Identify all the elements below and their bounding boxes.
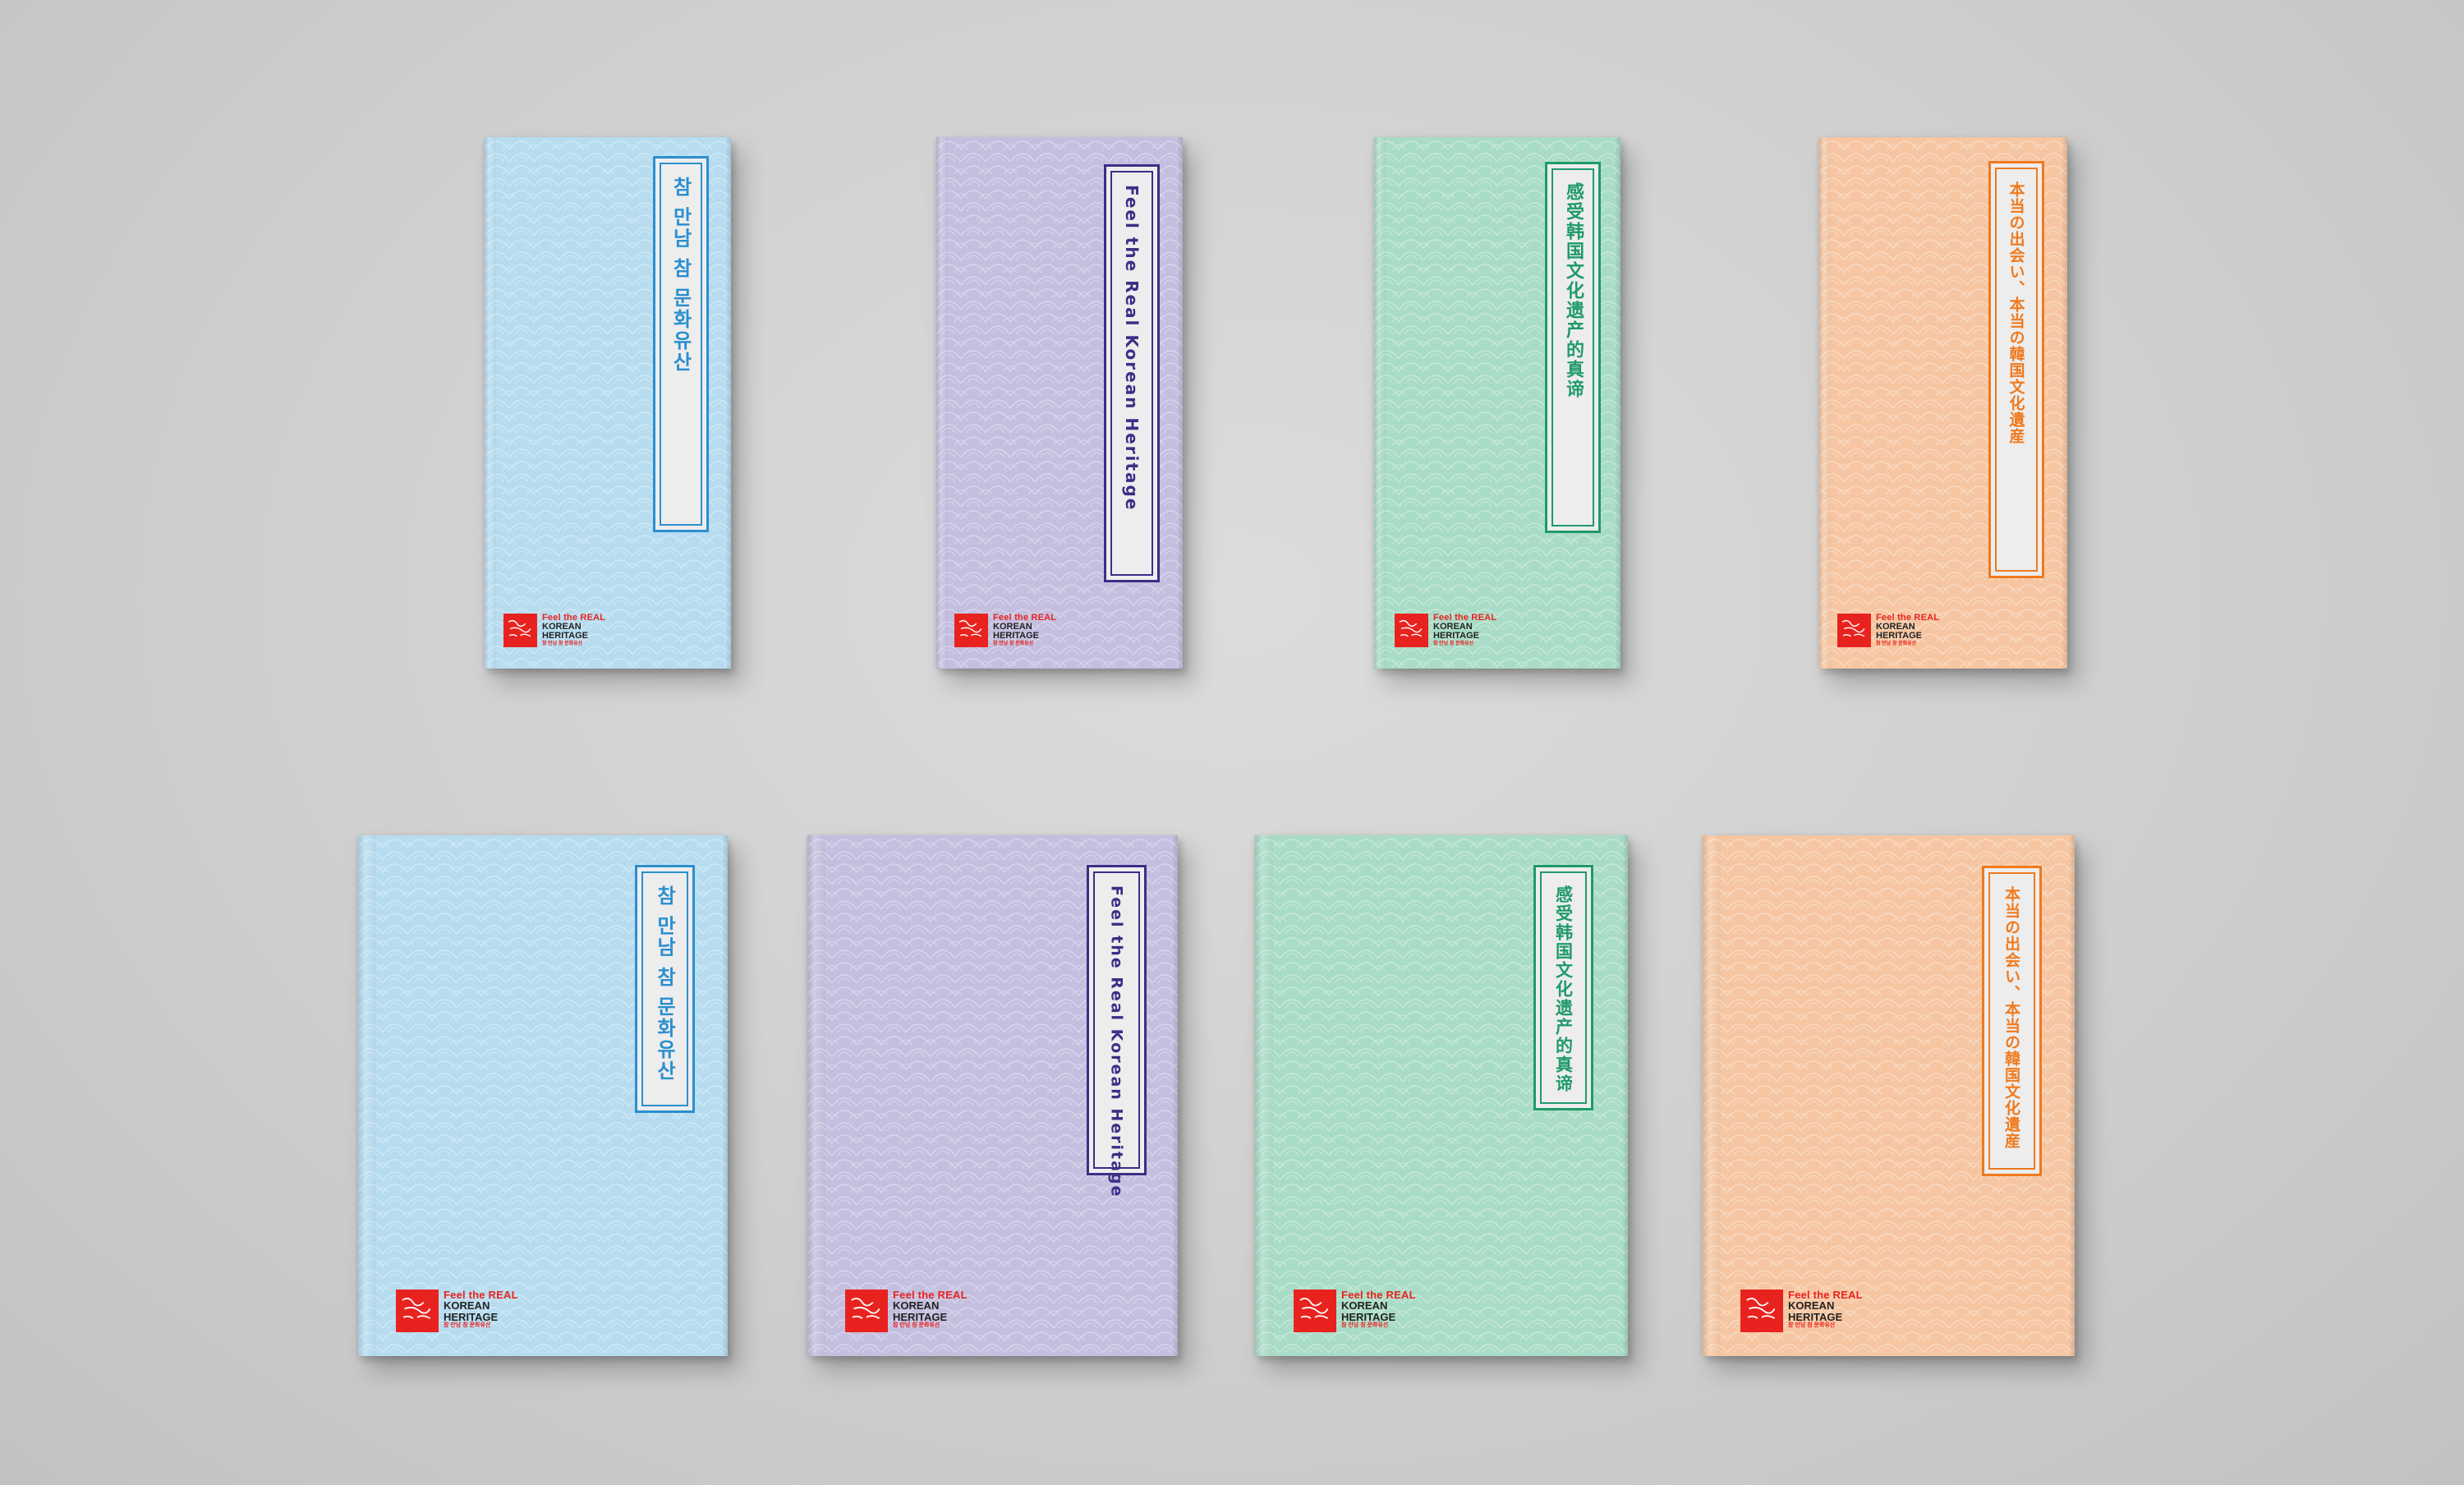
- brand-line-4: 참 만남 참 문화유산: [993, 641, 1034, 646]
- title-label: 感受韩国文化遗产的真谛: [1545, 162, 1601, 533]
- brand-line-3: HERITAGE: [1876, 631, 1923, 641]
- brand-line-4: 참 만남 참 문화유산: [1433, 641, 1474, 646]
- brochure-japanese: 本当の出会い、本当の韓国文化遺産 Feel the REAL KOREAN HE…: [1819, 137, 2067, 669]
- title-label: Feel the Real Korean Heritage: [1104, 164, 1160, 582]
- brand-logo: Feel the REAL KOREAN HERITAGE 참 만남 참 문화유…: [1395, 613, 1496, 647]
- brand-seal-icon: [1837, 614, 1871, 647]
- brochure-korean: 참 만남 참 문화유산 Feel the REAL KOREAN HERITAG…: [485, 137, 731, 669]
- brand-logo: Feel the REAL KOREAN HERITAGE 참 만남 참 문화유…: [845, 1290, 968, 1332]
- brochure-chinese: 感受韩国文化遗产的真谛 Feel the REAL KOREAN HERITAG…: [1374, 137, 1620, 669]
- title-text: 本当の出会い、本当の韓国文化遺産: [2002, 886, 2020, 1149]
- brand-line-3: HERITAGE: [993, 631, 1040, 641]
- brand-line-3: HERITAGE: [1341, 1310, 1396, 1323]
- title-text: 本当の出会い、本当の韓国文化遺産: [2007, 182, 2025, 444]
- brand-line-1: Feel the REAL: [1341, 1289, 1416, 1301]
- brand-line-3: HERITAGE: [1788, 1310, 1843, 1323]
- brand-logo: Feel the REAL KOREAN HERITAGE 참 만남 참 문화유…: [396, 1290, 518, 1332]
- brand-line-1: Feel the REAL: [893, 1289, 968, 1301]
- brand-line-3: HERITAGE: [1433, 631, 1480, 641]
- brand-line-1: Feel the REAL: [444, 1289, 518, 1301]
- brochure-english: Feel the Real Korean Heritage Feel the R…: [936, 137, 1183, 669]
- brand-logo: Feel the REAL KOREAN HERITAGE 참 만남 참 문화유…: [503, 613, 605, 647]
- brand-line-2: KOREAN: [893, 1299, 940, 1313]
- title-label: 感受韩国文化遗产的真谛: [1533, 865, 1593, 1110]
- brand-logo: Feel the REAL KOREAN HERITAGE 참 만남 참 문화유…: [1294, 1290, 1416, 1332]
- brand-line-4: 참 만남 참 문화유산: [1788, 1322, 1836, 1328]
- title-text: 참 만남 참 문화유산: [653, 885, 676, 1083]
- brand-seal-icon: [503, 614, 537, 647]
- brand-line-2: KOREAN: [1341, 1299, 1388, 1313]
- brand-seal-icon: [396, 1290, 439, 1332]
- brand-seal-icon: [954, 614, 988, 647]
- brand-line-4: 참 만남 참 문화유산: [893, 1322, 940, 1328]
- title-label: Feel the Real Korean Heritage: [1087, 865, 1147, 1198]
- brand-line-3: HERITAGE: [893, 1310, 948, 1323]
- brand-line-2: KOREAN: [444, 1299, 490, 1313]
- brand-line-4: 참 만남 참 문화유산: [1876, 641, 1917, 646]
- brand-seal-icon: [1395, 614, 1428, 647]
- book-korean: 참 만남 참 문화유산 Feel the REAL KOREAN HERITAG…: [358, 835, 728, 1356]
- brand-line-4: 참 만남 참 문화유산: [444, 1322, 491, 1328]
- title-text: 感受韩国文化遗产的真谛: [1563, 182, 1584, 399]
- title-label: 本当の出会い、本当の韓国文化遺産: [1988, 161, 2044, 578]
- book-english: Feel the Real Korean Heritage Feel the R…: [807, 835, 1178, 1356]
- title-label: 참 만남 참 문화유산: [653, 156, 709, 532]
- brand-seal-icon: [1740, 1290, 1783, 1332]
- title-label: 참 만남 참 문화유산: [635, 865, 695, 1113]
- product-scene: 참 만남 참 문화유산 Feel the REAL KOREAN HERITAG…: [0, 0, 2464, 1485]
- brand-logo: Feel the REAL KOREAN HERITAGE 참 만남 참 문화유…: [1837, 613, 1939, 647]
- brand-line-3: HERITAGE: [542, 631, 589, 641]
- brand-line-4: 참 만남 참 문화유산: [542, 641, 583, 646]
- title-text: 참 만남 참 문화유산: [669, 177, 692, 374]
- title-text: 感受韩国文化遗产的真谛: [1553, 885, 1574, 1093]
- brand-seal-icon: [1294, 1290, 1336, 1332]
- brand-line-3: HERITAGE: [444, 1310, 499, 1323]
- book-japanese: 本当の出会い、本当の韓国文化遺産 Feel the REAL KOREAN HE…: [1703, 835, 2075, 1356]
- title-label: 本当の出会い、本当の韓国文化遺産: [1982, 866, 2042, 1176]
- book-chinese: 感受韩国文化遗产的真谛 Feel the REAL KOREAN HERITAG…: [1255, 835, 1628, 1356]
- title-text: Feel the Real Korean Heritage: [1107, 885, 1126, 1198]
- brand-line-1: Feel the REAL: [1788, 1289, 1863, 1301]
- brand-line-4: 참 만남 참 문화유산: [1341, 1322, 1389, 1328]
- brand-seal-icon: [845, 1290, 888, 1332]
- title-text: Feel the Real Korean Heritage: [1122, 185, 1142, 512]
- brand-logo: Feel the REAL KOREAN HERITAGE 참 만남 참 문화유…: [1740, 1290, 1863, 1332]
- brand-logo: Feel the REAL KOREAN HERITAGE 참 만남 참 문화유…: [954, 613, 1056, 647]
- brand-line-2: KOREAN: [1788, 1299, 1835, 1313]
